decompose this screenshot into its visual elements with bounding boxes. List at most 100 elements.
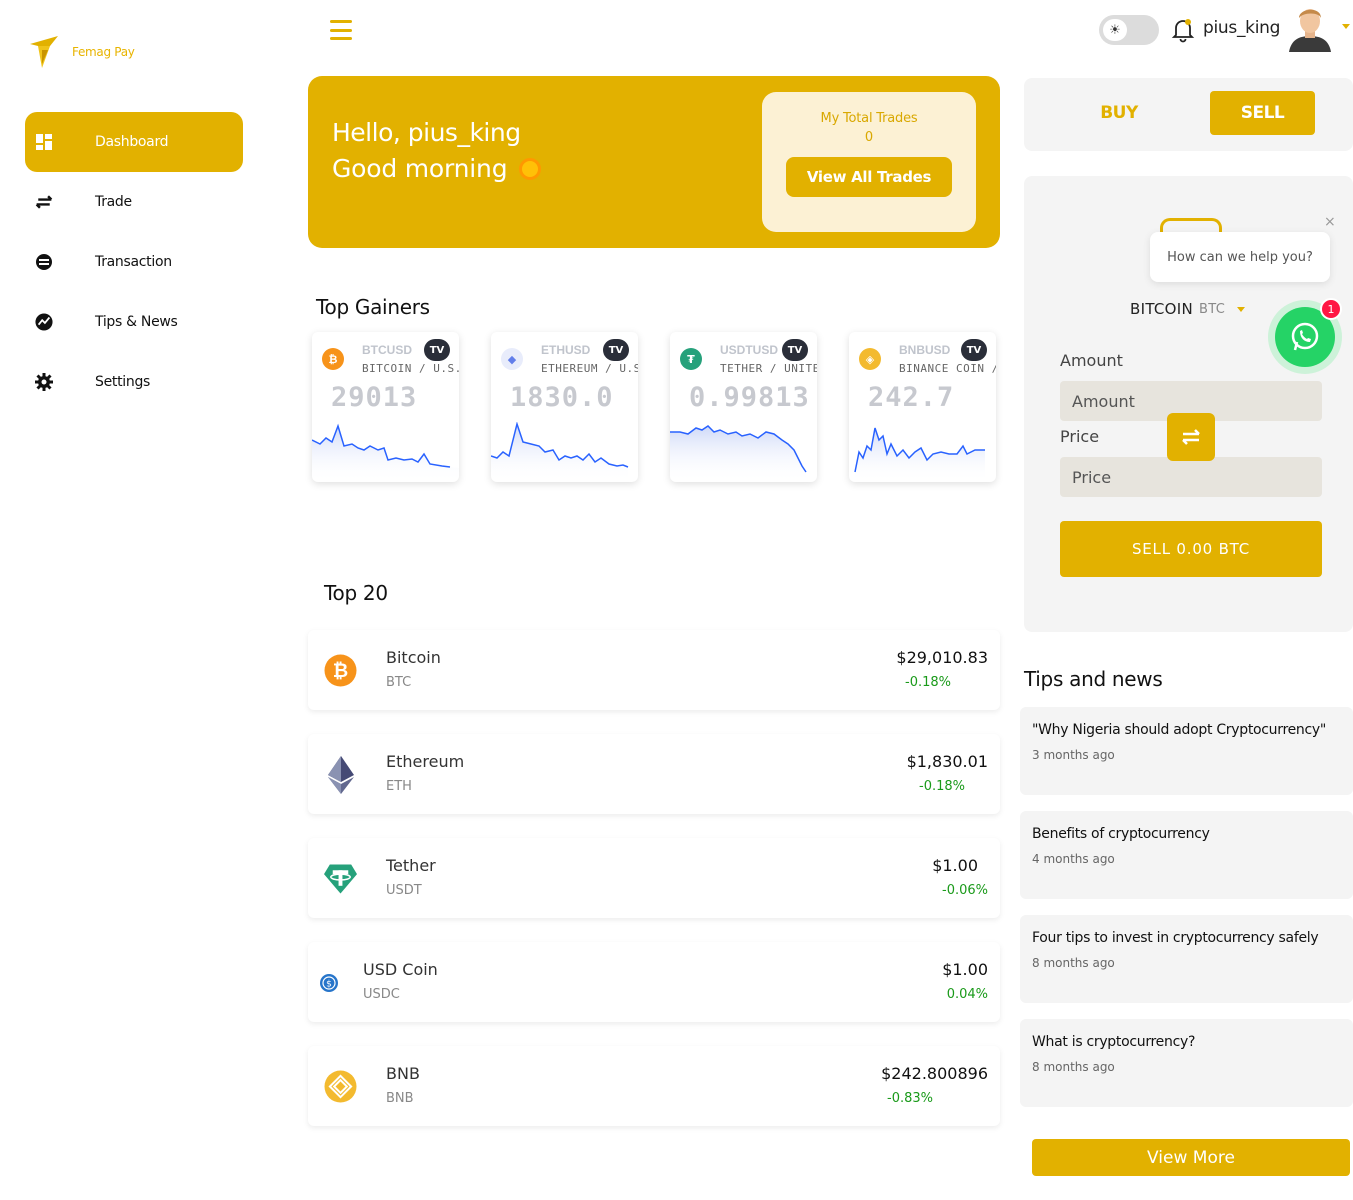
trade-form: How can we help you? × BITCOIN BTC Amoun…: [1024, 176, 1353, 632]
theme-toggle[interactable]: ☀: [1099, 15, 1159, 45]
coin-change: -0.18%: [905, 675, 951, 690]
sidebar-item-label: Settings: [95, 374, 151, 390]
view-more-button[interactable]: View More: [1032, 1139, 1350, 1176]
sell-tab[interactable]: SELL: [1210, 91, 1315, 135]
notification-bell-icon[interactable]: [1171, 17, 1195, 47]
sidebar-item-label: Transaction: [95, 254, 172, 270]
trending-icon: [35, 313, 53, 331]
gainer-symbol: USDTUSD: [720, 343, 779, 357]
news-time: 8 months ago: [1032, 1060, 1115, 1074]
help-bubble[interactable]: How can we help you?: [1150, 232, 1330, 282]
coin-change: 0.04%: [946, 987, 988, 1002]
close-icon[interactable]: ×: [1324, 214, 1336, 230]
avatar[interactable]: [1287, 4, 1333, 52]
whatsapp-chat-button[interactable]: 1: [1268, 298, 1342, 374]
gainer-card-bnb[interactable]: ◈ BNBUSD BINANCE COIN / TV 242.7: [849, 332, 996, 482]
bnb-icon: ◈: [859, 348, 881, 370]
top20-title: Top 20: [324, 581, 388, 605]
dashboard-icon: [35, 133, 53, 151]
buy-tab[interactable]: BUY: [1086, 91, 1152, 135]
gainer-card-usdt[interactable]: ₮ USDTUSD TETHER / UNITED TV 0.99813: [670, 332, 817, 482]
hello-text: Hello, pius_king: [332, 118, 521, 147]
sidebar-item-label: Trade: [95, 194, 132, 210]
menu-icon[interactable]: [330, 20, 352, 40]
news-title: Four tips to invest in cryptocurrency sa…: [1032, 930, 1319, 946]
coin-change: -0.18%: [919, 779, 965, 794]
coin-price: $1,830.01: [906, 752, 988, 771]
coin-symbol: USDC: [363, 987, 400, 1002]
tether-icon: [324, 862, 357, 895]
news-item[interactable]: Four tips to invest in cryptocurrency sa…: [1020, 915, 1353, 1003]
buy-sell-toggle: BUY SELL: [1024, 78, 1353, 151]
gainer-price: 0.99813: [689, 382, 810, 413]
sidebar-item-transaction[interactable]: Transaction: [25, 232, 243, 292]
tradingview-icon: TV: [603, 339, 629, 361]
sidebar-item-settings[interactable]: Settings: [25, 352, 243, 412]
gainer-name: BITCOIN / U.S. D: [362, 362, 459, 375]
trades-count: 0: [864, 130, 874, 145]
gainer-price: 242.7: [868, 382, 955, 413]
news-item[interactable]: Benefits of cryptocurrency 4 months ago: [1020, 811, 1353, 899]
dashboard-page: Femag Pay Dashboard Trade Transaction Ti…: [0, 0, 1353, 1200]
sparkline-chart: [491, 422, 629, 482]
coin-row-bitcoin[interactable]: ₿ Bitcoin BTC $29,010.83 -0.18%: [308, 630, 1000, 710]
swap-button[interactable]: [1167, 413, 1215, 461]
swap-arrows-icon: [1182, 429, 1200, 445]
coin-name: Bitcoin: [386, 648, 441, 667]
tips-news-title: Tips and news: [1024, 667, 1163, 691]
gainer-name: ETHEREUM / U.S: [541, 362, 638, 375]
news-item[interactable]: What is cryptocurrency? 8 months ago: [1020, 1019, 1353, 1107]
tradingview-icon: TV: [961, 339, 987, 361]
sparkline-chart: [854, 427, 985, 482]
gainer-symbol: BTCUSD: [362, 343, 412, 357]
view-all-trades-button[interactable]: View All Trades: [786, 157, 952, 197]
coin-price: $242.800896: [881, 1064, 988, 1083]
coin-name: Tether: [386, 856, 436, 875]
logo[interactable]: Femag Pay: [28, 34, 135, 70]
coin-price: $1.00: [942, 960, 988, 979]
trades-label: My Total Trades: [820, 111, 918, 126]
coin-name: USD Coin: [363, 960, 438, 979]
coin-row-ethereum[interactable]: Ethereum ETH $1,830.01 -0.18%: [308, 734, 1000, 814]
sun-icon: [519, 157, 542, 180]
user-menu-caret-icon[interactable]: [1342, 24, 1350, 29]
coin-symbol: ETH: [386, 779, 412, 794]
sidebar-item-dashboard[interactable]: Dashboard: [25, 112, 243, 172]
ethereum-icon: ◆: [501, 348, 523, 370]
top-gainers-title: Top Gainers: [316, 295, 430, 319]
news-item[interactable]: "Why Nigeria should adopt Cryptocurrency…: [1020, 707, 1353, 795]
coin-row-usd-coin[interactable]: $ USD Coin USDC $1.00 0.04%: [308, 942, 1000, 1022]
brand-name: Femag Pay: [72, 45, 135, 59]
gainer-name: TETHER / UNITED: [720, 362, 817, 375]
sell-submit-button[interactable]: SELL 0.00 BTC: [1060, 521, 1322, 577]
coin-select[interactable]: BITCOIN BTC: [1130, 300, 1246, 318]
coin-name: BNB: [386, 1064, 420, 1083]
coin-name: Ethereum: [386, 752, 465, 771]
gear-icon: [35, 373, 53, 391]
sun-icon: ☀: [1103, 19, 1127, 41]
greeting-text: Good morning: [332, 154, 508, 183]
coin-symbol: BTC: [386, 675, 412, 690]
sidebar-item-tips-news[interactable]: Tips & News: [25, 292, 243, 352]
coin-change: -0.06%: [942, 883, 988, 898]
news-title: "Why Nigeria should adopt Cryptocurrency…: [1032, 722, 1327, 738]
news-time: 3 months ago: [1032, 748, 1115, 762]
sidebar-item-trade[interactable]: Trade: [25, 172, 243, 232]
coin-select-symbol: BTC: [1199, 301, 1226, 317]
header-username[interactable]: pius_king: [1203, 18, 1280, 38]
ethereum-icon: [324, 755, 357, 794]
coin-row-bnb[interactable]: BNB BNB $242.800896 -0.83%: [308, 1046, 1000, 1126]
price-field[interactable]: [1060, 457, 1322, 497]
coin-row-tether[interactable]: Tether USDT $1.00 -0.06%: [308, 838, 1000, 918]
usdc-icon: $: [312, 966, 346, 999]
gainer-card-btc[interactable]: ₿ BTCUSD BITCOIN / U.S. D TV 29013: [312, 332, 459, 482]
news-title: What is cryptocurrency?: [1032, 1034, 1196, 1050]
sidebar-nav: Dashboard Trade Transaction Tips & News …: [25, 112, 243, 412]
sparkline-chart: [670, 425, 807, 482]
gainer-symbol: ETHUSD: [541, 343, 591, 357]
greeting: Good morning: [332, 154, 542, 183]
gainer-card-eth[interactable]: ◆ ETHUSD ETHEREUM / U.S TV 1830.0: [491, 332, 638, 482]
sidebar-item-label: Tips & News: [95, 314, 178, 330]
coin-select-name: BITCOIN: [1130, 300, 1194, 318]
notification-badge: 1: [1320, 298, 1342, 320]
